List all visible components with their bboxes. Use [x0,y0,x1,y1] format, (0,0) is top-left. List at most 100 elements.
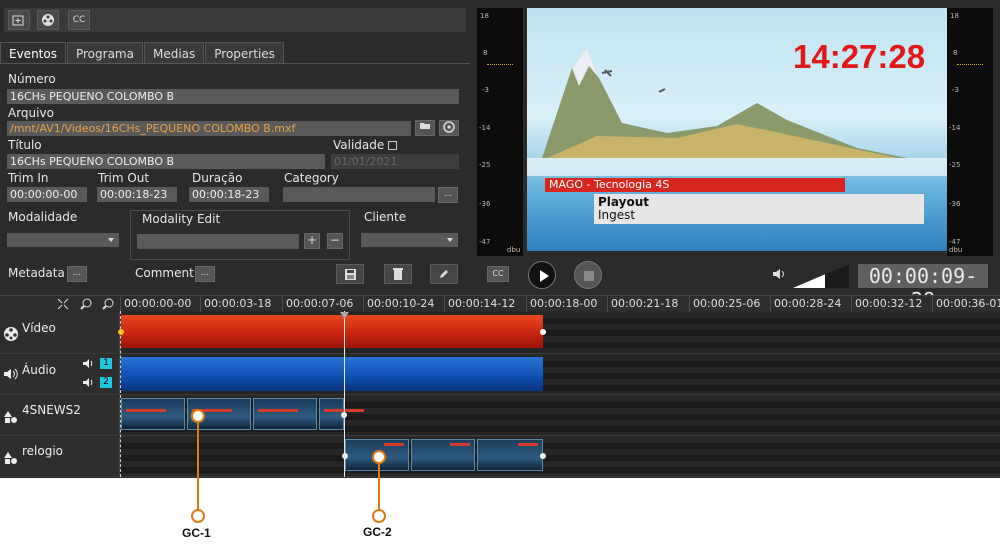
caption-toggle-button[interactable]: CC [487,266,509,282]
fit-zoom-icon[interactable] [57,298,69,310]
gc2-track-header: relogio [0,437,120,476]
audio-track: Áudio 1 2 [0,355,1000,395]
numero-label: Número [8,72,56,86]
clip-out-handle[interactable] [540,329,546,335]
gc1-clip-thumbnail[interactable] [253,398,317,430]
ruler-divider [526,296,527,312]
gc2-track: relogio [0,437,1000,477]
timeline-ruler[interactable]: 00:00:00-00 00:00:03-18 00:00:07-06 00:0… [0,295,1000,312]
gc1-track-header: 4SNEWS2 [0,396,120,435]
ruler-divider [851,296,852,312]
audio-channel-badge[interactable]: 2 [100,377,112,388]
channel-volume-icon[interactable] [82,358,96,369]
folder-icon [420,123,430,129]
volume-slider[interactable] [793,264,849,288]
tab-programa[interactable]: Programa [66,42,143,64]
audio-clip[interactable] [121,357,543,391]
gc2-lane[interactable] [121,437,1000,476]
gc2-clip-out-handle[interactable] [540,453,546,459]
add-modality-button[interactable]: + [304,233,320,249]
modalidade-select[interactable] [7,233,119,247]
meter-tick: 18 [950,12,959,20]
cliente-label: Cliente [364,210,407,224]
ruler-tick: 00:00:03-18 [204,297,272,310]
trim-in-field[interactable]: 00:00:00-00 [7,187,87,202]
trash-icon [393,268,403,280]
metadata-button[interactable]: ... [67,266,87,282]
delete-button[interactable] [384,264,412,284]
playhead[interactable] [344,311,345,477]
gc1-callout-marker [191,509,205,523]
comment-button[interactable]: ... [195,266,215,282]
edit-button[interactable] [430,264,458,284]
preview-clock-text: 14:27:28 [793,38,926,75]
audio-meter-left: 18 8 -3 -14 -25 -36 -47 dbu [477,8,523,256]
meter-tick: -36 [949,200,961,208]
meter-unit: dbu [949,246,963,254]
ruler-divider [363,296,364,312]
film-reel-icon [42,14,54,26]
ruler-divider [932,296,933,312]
numero-field[interactable]: 16CHs PEQUENO COLOMBO B [7,89,459,104]
meter-tick: -14 [949,124,961,132]
comment-label: Comment [135,266,194,280]
validade-date-field[interactable]: 01/01/2021 [331,154,459,169]
arquivo-label: Arquivo [8,106,54,120]
meter-tick: -14 [479,124,491,132]
modality-edit-label: Modality Edit [142,212,221,226]
meter-tick: -25 [949,161,961,169]
arquivo-field[interactable]: /mnt/AV1/Videos/16CHs_PEQUENO COLOMBO B.… [7,121,411,136]
save-icon [344,268,356,280]
gc2-clip-in-handle[interactable] [342,453,348,459]
film-reel-button[interactable] [37,10,59,30]
tab-medias[interactable]: Medias [143,42,205,64]
titulo-field[interactable]: 16CHs PEQUENO COLOMBO B [7,154,325,169]
video-clip[interactable] [121,315,543,348]
cliente-select[interactable] [361,233,458,247]
media-info-button[interactable] [439,120,459,136]
video-track-header: Vídeo [0,312,120,353]
tab-divider [0,63,470,64]
remove-modality-button[interactable]: − [327,233,343,249]
ruler-tick: 00:00:21-18 [611,297,679,310]
modality-edit-field[interactable] [137,234,299,249]
gc2-callout-line [378,464,380,509]
audio-track-label: Áudio [22,363,57,377]
meter-tick: -47 [949,238,961,246]
ruler-tick: 00:00:28-24 [774,297,842,310]
playout-app: CC Eventos Programa Medias Properties Nú… [0,0,1000,478]
gc2-callout-label: GC-2 [363,525,392,539]
gc1-marker [191,409,205,423]
channel-volume-icon[interactable] [82,377,96,388]
meter-tick: 8 [483,49,488,57]
gc1-clip-thumbnail[interactable] [121,398,185,430]
gc2-clip-thumbnail[interactable] [477,439,543,471]
closed-caption-button[interactable]: CC [68,10,90,30]
play-button[interactable] [528,261,556,289]
duracao-field[interactable]: 00:00:18-23 [189,187,269,202]
audio-channel-badge[interactable]: 1 [100,358,112,369]
tab-properties[interactable]: Properties [205,42,284,64]
lower-third-red-bar: MAGO - Tecnologia 4S [545,178,845,192]
category-browse-button[interactable]: ... [438,187,458,203]
trim-out-field[interactable]: 00:00:18-23 [97,187,177,202]
gc2-clip-thumbnail[interactable] [411,439,475,471]
speaker-icon [4,368,18,380]
category-field[interactable] [283,187,435,202]
ruler-tick: 00:00:10-24 [367,297,435,310]
stop-button[interactable] [574,261,602,289]
zoom-in-icon[interactable] [80,298,92,310]
clip-in-handle[interactable] [118,329,124,335]
ruler-divider [607,296,608,312]
video-track-label: Vídeo [22,321,56,335]
graphics-shapes-icon [4,411,17,423]
browse-folder-button[interactable] [415,120,435,136]
validade-checkbox[interactable] [388,141,397,150]
tab-eventos[interactable]: Eventos [0,42,66,64]
add-event-button[interactable] [8,10,30,30]
save-button[interactable] [336,264,364,284]
lower-third-line-1: Playout [598,195,649,209]
zoom-out-icon[interactable] [102,298,114,310]
ruler-divider [770,296,771,312]
video-track: Vídeo [0,312,1000,354]
